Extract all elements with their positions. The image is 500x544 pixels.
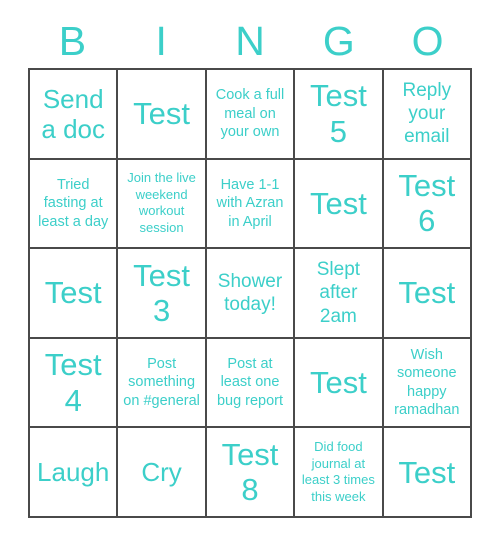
bingo-cell-label: Laugh — [37, 457, 110, 488]
bingo-cell-label: Have 1-1 with Azran in April — [216, 176, 284, 230]
bingo-cell-r1-c5[interactable]: Reply your email — [383, 70, 472, 160]
bingo-cell-label: Join the live weekend workout session — [127, 170, 196, 236]
bingo-cell-label: Cry — [141, 457, 182, 488]
bingo-cell-r2-c4[interactable]: Test — [295, 159, 384, 250]
bingo-cell-label: Test — [309, 364, 367, 400]
bingo-cell-label: Shower today! — [217, 270, 283, 315]
bingo-cell-r3-c2[interactable]: Test 3 — [118, 249, 207, 339]
bingo-cell-label: Test — [309, 185, 367, 221]
bingo-cell-label: Cook a full meal on your own — [215, 87, 285, 140]
bingo-cell-label: Tried fasting at least a day — [38, 176, 109, 230]
bingo-cell-r5-c4[interactable]: Did food journal at least 3 times this w… — [295, 428, 384, 518]
header-letter-n: N — [235, 17, 265, 64]
bingo-cell-r1-c3[interactable]: Cook a full meal on your own — [206, 70, 296, 160]
bingo-cell-label: Test 5 — [309, 78, 367, 149]
bingo-cell-r1-c1[interactable]: Send a doc — [30, 70, 119, 160]
header-letter-o: O — [411, 17, 444, 64]
bingo-cell-r4-c3[interactable]: Post at least one bug report — [206, 338, 296, 429]
bingo-cell-label: Test 3 — [133, 257, 191, 328]
bingo-cell-r3-c5[interactable]: Test — [383, 249, 472, 339]
bingo-cell-label: Reply your email — [402, 80, 452, 148]
bingo-cell-label: Test — [44, 275, 102, 311]
bingo-cell-r4-c1[interactable]: Test 4 — [30, 338, 119, 429]
bingo-header: B I N G O — [28, 14, 472, 68]
bingo-cell-r4-c2[interactable]: Post something on #general — [118, 338, 207, 429]
bingo-cell-label: Did food journal at least 3 times this w… — [301, 438, 375, 504]
bingo-cell-r4-c4[interactable]: Test — [295, 338, 384, 429]
bingo-cell-r2-c5[interactable]: Test 6 — [383, 159, 472, 250]
bingo-cell-r5-c5[interactable]: Test — [383, 428, 472, 518]
bingo-cell-r5-c3[interactable]: Test 8 — [206, 428, 296, 518]
bingo-cell-r5-c2[interactable]: Cry — [118, 428, 207, 518]
bingo-cell-r3-c4[interactable]: Slept after 2am — [295, 249, 384, 339]
bingo-cell-r1-c2[interactable]: Test — [118, 70, 207, 160]
bingo-cell-label: Test 8 — [221, 436, 279, 508]
header-letter-b: B — [58, 17, 87, 64]
bingo-cell-label: Post something on #general — [123, 356, 200, 409]
bingo-cell-r3-c3[interactable]: Shower today! — [206, 249, 296, 339]
bingo-cell-label: Slept after 2am — [316, 259, 361, 327]
bingo-grid: Send a doc Test Cook a full meal on your o… — [28, 68, 472, 518]
bingo-cell-label: Test — [398, 275, 456, 311]
bingo-card: B I N G O Send a doc Test Cook a full meal… — [0, 0, 500, 544]
bingo-cell-label: Test — [398, 454, 456, 490]
bingo-cell-label: Test — [133, 96, 191, 132]
header-letter-i: I — [155, 17, 167, 64]
header-letter-g: G — [322, 17, 355, 64]
bingo-cell-label: Test 4 — [44, 347, 102, 418]
bingo-cell-label: Test 6 — [398, 168, 456, 239]
bingo-cell-label: Wish someone happy ramadhan — [394, 347, 460, 418]
bingo-cell-r3-c1[interactable]: Test — [30, 249, 119, 339]
bingo-cell-label: Send a doc — [41, 83, 105, 144]
bingo-cell-r2-c3[interactable]: Have 1-1 with Azran in April — [206, 159, 296, 250]
bingo-cell-r2-c1[interactable]: Tried fasting at least a day — [30, 159, 119, 250]
bingo-cell-r4-c5[interactable]: Wish someone happy ramadhan — [383, 338, 472, 429]
bingo-cell-r5-c1[interactable]: Laugh — [30, 428, 119, 518]
bingo-cell-r2-c2[interactable]: Join the live weekend workout session — [118, 159, 207, 250]
bingo-cell-label: Post at least one bug report — [216, 356, 284, 409]
bingo-cell-r1-c4[interactable]: Test 5 — [295, 70, 384, 160]
